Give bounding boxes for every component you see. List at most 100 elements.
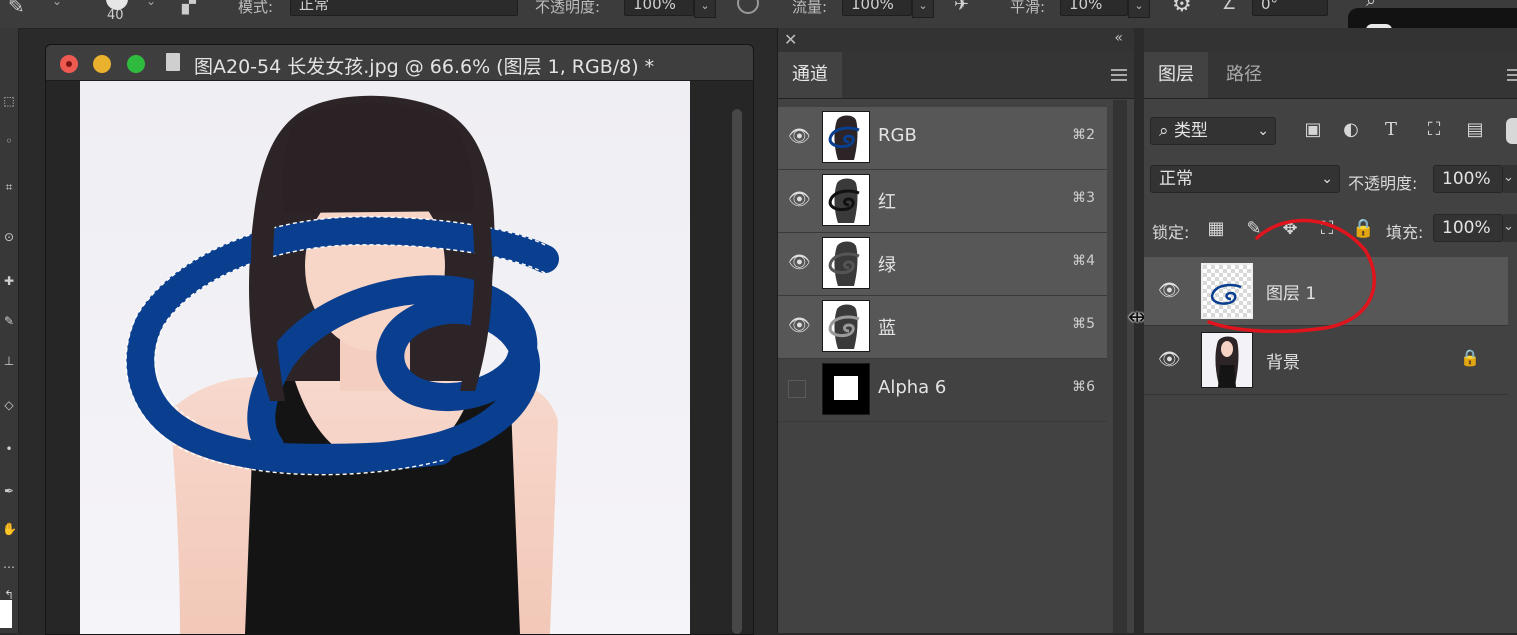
opacity-input[interactable]: 100% [624, 0, 694, 16]
opacity-dropdown[interactable]: ⌄ [694, 0, 716, 18]
brush-tool-icon[interactable]: ✎ [8, 0, 25, 18]
channel-shortcut: ⌘4 [1072, 253, 1095, 269]
minimize-window-button[interactable] [93, 55, 111, 73]
flow-input[interactable]: 100% [842, 0, 912, 16]
hand-tool-icon[interactable]: ✋ [2, 522, 17, 536]
eye-icon[interactable]: 👁 [1158, 280, 1181, 302]
channel-row-green[interactable]: 👁 绿 ⌘4 [778, 233, 1107, 296]
mode-select[interactable]: 正常 [290, 0, 518, 16]
airbrush-icon[interactable]: ✈ [954, 0, 969, 15]
smoothing-dropdown[interactable]: ⌄ [1128, 0, 1150, 18]
panel-menu-icon[interactable] [1111, 69, 1127, 81]
eye-icon[interactable]: 👁 [788, 315, 811, 337]
layer-thumbnail [1201, 332, 1253, 388]
blend-mode-select[interactable]: 正常 ⌄ [1150, 165, 1340, 193]
document-titlebar: 图A20-54 长发女孩.jpg @ 66.6% (图层 1, RGB/8) * [46, 45, 753, 81]
eye-icon[interactable]: 👁 [788, 252, 811, 274]
smoothing-input[interactable]: 10% [1060, 0, 1128, 16]
layer-name: 背景 [1266, 353, 1300, 373]
canvas-artwork [125, 95, 559, 634]
channels-panel: ✕ « 通道 👁 RGB ⌘2 👁 红 ⌘3 👁 绿 ⌘4 👁 蓝 ⌘5 Alp… [777, 28, 1135, 633]
document-file-icon [166, 53, 180, 71]
adjustment-filter-icon[interactable]: ◐ [1340, 119, 1362, 141]
crop-tool-icon[interactable]: ⌗ [2, 180, 16, 194]
brush-size-label: 40 [107, 8, 124, 23]
foreground-color-swatch[interactable] [0, 600, 12, 628]
tab-channels[interactable]: 通道 [778, 52, 842, 98]
zoom-window-button[interactable] [127, 55, 145, 73]
layer-filter-select[interactable]: ⌕ 类型 ⌄ [1150, 117, 1276, 145]
collapse-panels-icon[interactable]: « [1114, 30, 1123, 46]
close-window-button[interactable] [60, 55, 78, 73]
layer-fill-input[interactable]: 100% [1433, 214, 1503, 242]
document-title: 图A20-54 长发女孩.jpg @ 66.6% (图层 1, RGB/8) * [194, 56, 655, 78]
annotation-circle [1207, 218, 1376, 334]
channel-thumbnail [822, 111, 870, 163]
canvas-vertical-scrollbar[interactable] [730, 109, 744, 634]
chevron-down-icon[interactable]: ⌄ [1503, 165, 1517, 193]
chevron-down-icon[interactable]: ⌄ [52, 0, 62, 8]
lasso-tool-icon[interactable]: ◦ [2, 134, 16, 148]
image-canvas[interactable] [80, 81, 690, 634]
healing-tool-icon[interactable]: ✚ [2, 274, 16, 288]
angle-icon: ∠ [1222, 0, 1237, 13]
blend-mode-value: 正常 [1159, 169, 1193, 189]
layers-tabbar: 图层 路径 [1144, 52, 1517, 99]
lock-icon[interactable]: 🔒 [1460, 348, 1480, 367]
brush-settings-icon[interactable]: ▞ [182, 0, 196, 15]
visibility-checkbox[interactable] [788, 380, 806, 398]
opacity-label: 不透明度: [1348, 174, 1418, 193]
panel-splitter[interactable] [1134, 28, 1144, 633]
brush-tool-icon[interactable]: ✎ [2, 314, 16, 328]
channel-thumbnail [822, 300, 870, 352]
blur-tool-icon[interactable]: • [2, 442, 16, 456]
channel-shortcut: ⌘5 [1072, 316, 1095, 332]
chevron-down-icon[interactable]: ⌄ [146, 0, 156, 8]
channel-row-rgb[interactable]: 👁 RGB ⌘2 [778, 107, 1107, 170]
search-icon: ⌕ [1159, 121, 1169, 141]
eye-icon[interactable]: 👁 [788, 126, 811, 148]
filter-toggle[interactable] [1506, 118, 1517, 144]
tab-paths[interactable]: 路径 [1212, 52, 1276, 98]
chevron-down-icon: ⌄ [1321, 171, 1333, 187]
lock-label: 锁定: [1152, 223, 1190, 242]
tab-layers[interactable]: 图层 [1144, 52, 1208, 98]
smartobject-filter-icon[interactable]: ▤ [1464, 119, 1486, 141]
channel-row-red[interactable]: 👁 红 ⌘3 [778, 170, 1107, 233]
marquee-tool-icon[interactable]: ⬚ [2, 94, 16, 108]
mode-label: 模式: [238, 0, 274, 16]
close-icon[interactable]: ✕ [784, 30, 797, 49]
pen-tool-icon[interactable]: ✒ [2, 484, 16, 498]
type-filter-icon[interactable]: T [1380, 119, 1402, 141]
eyedropper-tool-icon[interactable]: ⊙ [2, 230, 16, 244]
shape-filter-icon[interactable]: ⛶ [1423, 119, 1445, 141]
channels-panel-header: ✕ « [778, 28, 1135, 52]
pixel-filter-icon[interactable]: ▣ [1302, 119, 1324, 141]
gear-icon[interactable]: ⚙ [1172, 0, 1192, 17]
layer-opacity-input[interactable]: 100% [1433, 165, 1503, 193]
channels-scrollbar[interactable] [1113, 100, 1127, 633]
channel-thumbnail [822, 174, 870, 226]
eye-icon[interactable]: 👁 [788, 189, 811, 211]
flow-dropdown[interactable]: ⌄ [912, 0, 934, 18]
smoothing-label: 平滑: [1010, 0, 1046, 16]
panel-menu-icon[interactable] [1507, 69, 1517, 81]
eye-icon[interactable]: 👁 [1158, 349, 1181, 371]
channels-tabbar: 通道 [778, 52, 1135, 99]
scroll-thumb[interactable] [732, 109, 742, 634]
pressure-opacity-icon[interactable] [737, 0, 759, 14]
channel-shortcut: ⌘3 [1072, 190, 1095, 206]
channel-row-blue[interactable]: 👁 蓝 ⌘5 [778, 296, 1107, 359]
chevron-down-icon: ⌄ [1257, 123, 1269, 139]
chevron-down-icon[interactable]: ⌄ [1503, 214, 1517, 242]
channel-name: 蓝 [878, 318, 896, 339]
channel-name: 红 [878, 192, 896, 213]
stamp-tool-icon[interactable]: ⊥ [2, 354, 16, 368]
channel-row-alpha[interactable]: Alpha 6 ⌘6 [778, 359, 1107, 422]
angle-input[interactable]: 0° [1252, 0, 1328, 16]
opacity-label: 不透明度: [535, 0, 601, 16]
tools-panel: ⬚ ◦ ⌗ ⊙ ✚ ✎ ⊥ ◇ • ✒ ✋ ⋯ ↰ [0, 28, 19, 633]
eraser-tool-icon[interactable]: ◇ [2, 398, 16, 412]
zoom-tool-icon[interactable]: ⋯ [2, 560, 16, 574]
document-window: 图A20-54 长发女孩.jpg @ 66.6% (图层 1, RGB/8) * [45, 44, 754, 635]
